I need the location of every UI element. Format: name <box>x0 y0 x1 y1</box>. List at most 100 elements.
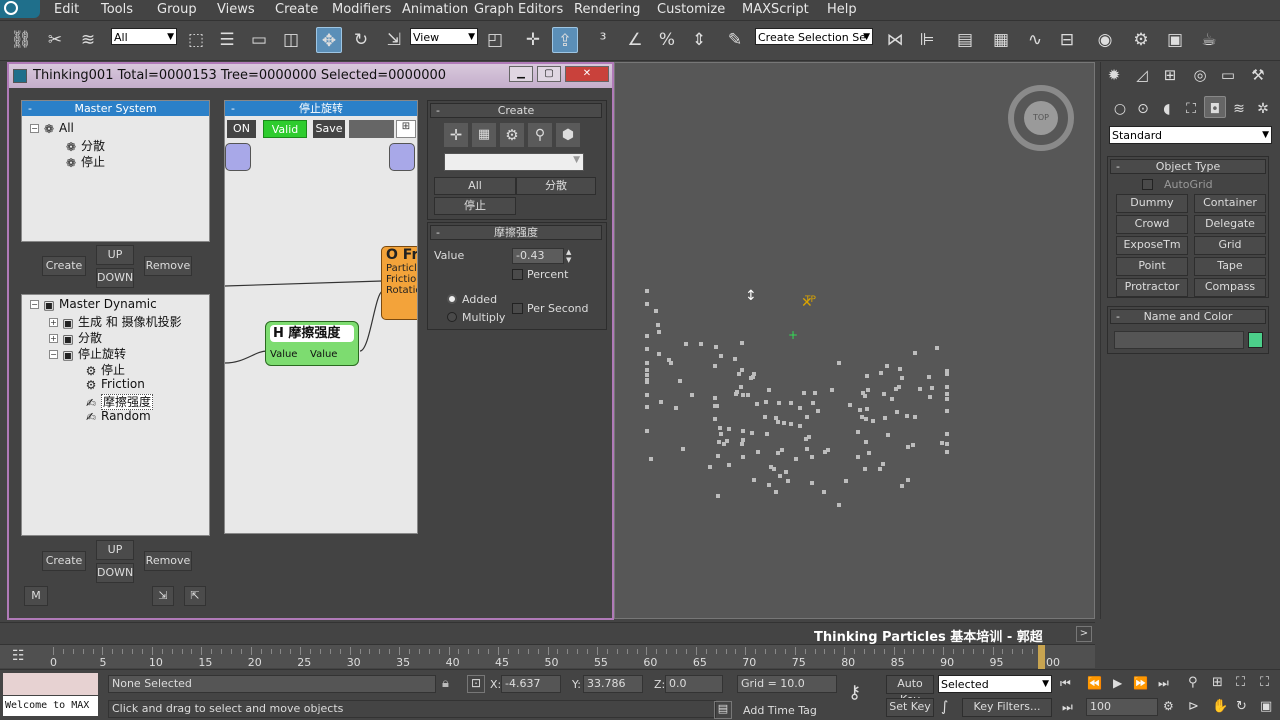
added-radio[interactable] <box>447 294 457 304</box>
menu-create[interactable]: Create <box>275 2 318 17</box>
dummy-button[interactable]: Dummy <box>1116 194 1188 213</box>
node-port[interactable]: Friction <box>382 274 417 285</box>
rotate-icon[interactable]: ↻ <box>348 27 374 53</box>
percent-checkbox[interactable] <box>512 269 523 280</box>
compass-button[interactable]: Compass <box>1194 278 1266 297</box>
curve-editor-mini-icon[interactable]: ☷ <box>12 648 25 664</box>
time-next-icon[interactable]: > <box>1076 626 1092 642</box>
zoom-icon[interactable]: ⚲ <box>1188 675 1198 690</box>
systems-icon[interactable]: ✲ <box>1252 96 1274 118</box>
hierarchy-tab-icon[interactable]: ⊞ <box>1158 62 1182 86</box>
key-mode-icon[interactable]: ⏭ <box>1062 700 1073 715</box>
node-editor-canvas[interactable]: -停止旋转 ON Valid Save ⊞ O Fr Particle Fric… <box>224 100 418 534</box>
display-tab-icon[interactable]: ▭ <box>1216 62 1240 86</box>
pivot-icon[interactable]: ◰ <box>482 27 508 53</box>
tree-item-operator[interactable]: ⚙ 停止 <box>84 361 125 378</box>
master-system-header[interactable]: - Master System <box>22 101 209 116</box>
tape-button[interactable]: Tape <box>1194 257 1266 276</box>
schematic-icon[interactable]: ⊟ <box>1054 27 1080 53</box>
tree-item-dynset[interactable]: + ▣ 分散 <box>49 329 102 346</box>
expand-icon[interactable]: + <box>49 318 58 327</box>
move-icon[interactable]: ✥ <box>316 27 342 53</box>
expand-icon[interactable]: + <box>49 334 58 343</box>
multiply-radio[interactable] <box>447 312 457 322</box>
orbit-icon[interactable]: ↻ <box>1236 699 1247 714</box>
group-up-button[interactable]: UP <box>96 245 134 265</box>
zoom-extents-icon[interactable]: ⛶ <box>1236 675 1245 690</box>
curve-editor-icon[interactable]: ∿ <box>1022 27 1048 53</box>
select-by-name-icon[interactable]: ☰ <box>214 27 240 53</box>
key-tangent-icon[interactable]: ∫ <box>941 699 948 715</box>
tab-stop[interactable]: 停止 <box>434 197 516 215</box>
mirror-icon[interactable]: ⋈ <box>882 27 908 53</box>
dynset-up-button[interactable]: UP <box>96 540 134 560</box>
percent-snap-icon[interactable]: % <box>654 27 680 53</box>
close-button[interactable]: ✕ <box>565 66 609 82</box>
autogrid-checkbox[interactable] <box>1142 179 1153 190</box>
current-frame-input[interactable]: 100 <box>1086 698 1158 716</box>
tab-all[interactable]: All <box>434 177 516 195</box>
keyboard-shortcut-icon[interactable]: ⇪ <box>552 27 578 53</box>
spinner-snap-icon[interactable]: ⇕ <box>686 27 712 53</box>
collapse-icon[interactable]: − <box>49 350 58 359</box>
utilities-tab-icon[interactable]: ⚒ <box>1246 62 1270 86</box>
helpers-icon[interactable]: ◘ <box>1204 96 1226 118</box>
rendered-frame-icon[interactable]: ▣ <box>1162 27 1188 53</box>
delegate-button[interactable]: Delegate <box>1194 215 1266 234</box>
exposetm-button[interactable]: ExposeTm <box>1116 236 1188 255</box>
add-node-icon[interactable]: ✛ <box>444 123 468 147</box>
field-of-view-icon[interactable]: ⊳ <box>1188 699 1199 714</box>
select-manipulate-icon[interactable]: ✛ <box>520 27 546 53</box>
named-selection-select[interactable]: Create Selection Se ▼ <box>755 28 873 45</box>
window-crossing-icon[interactable]: ◫ <box>278 27 304 53</box>
select-object-icon[interactable]: ⬚ <box>183 27 209 53</box>
cube-icon[interactable]: ⬢ <box>556 123 580 147</box>
render-icon[interactable]: ☕ <box>1196 27 1222 53</box>
cameras-icon[interactable]: ⛶ <box>1180 96 1202 118</box>
set-key-button[interactable]: Set Key <box>886 698 934 717</box>
node-port[interactable]: Rotation <box>382 285 417 296</box>
add-operator-icon[interactable]: ▦ <box>472 123 496 147</box>
value-spinner-input[interactable]: -0.43 <box>512 248 564 264</box>
add-time-tag[interactable]: Add Time Tag <box>743 704 817 717</box>
value-spinner-arrows-icon[interactable]: ▲ ▼ <box>566 248 576 264</box>
create-tab-icon[interactable]: ✹ <box>1102 62 1126 86</box>
set-key-mode-icon[interactable]: ⚷ <box>848 682 861 703</box>
group-down-button[interactable]: DOWN <box>96 268 134 288</box>
param-rollout-header[interactable]: - 摩擦强度 <box>430 225 602 240</box>
menu-modifiers[interactable]: Modifiers <box>332 2 391 17</box>
protractor-button[interactable]: Protractor <box>1116 278 1188 297</box>
node-h-input[interactable]: Value <box>270 349 297 360</box>
menu-animation[interactable]: Animation <box>402 2 468 17</box>
name-color-header[interactable]: - Name and Color <box>1110 309 1266 324</box>
friction-operator-node[interactable]: O Fr Particle Friction Rotation <box>381 246 417 320</box>
rect-selection-icon[interactable]: ▭ <box>246 27 272 53</box>
create-group-button[interactable]: Create <box>42 256 86 276</box>
copy-icon[interactable]: ⇲ <box>152 586 174 606</box>
grid-button[interactable]: Grid <box>1194 236 1266 255</box>
menu-graph-editors[interactable]: Graph Editors <box>474 2 563 17</box>
create-rollout-header[interactable]: - Create <box>430 103 602 118</box>
tree-item-group[interactable]: ❁ 分散 <box>64 137 105 154</box>
tab-scatter[interactable]: 分散 <box>516 177 596 195</box>
menu-views[interactable]: Views <box>217 2 255 17</box>
search-tool-icon[interactable]: ⚲ <box>528 123 552 147</box>
collapse-icon[interactable]: − <box>30 300 39 309</box>
menu-group[interactable]: Group <box>157 2 197 17</box>
menu-help[interactable]: Help <box>827 2 857 17</box>
goto-start-icon[interactable]: ⏮ <box>1060 676 1071 691</box>
object-type-header[interactable]: - Object Type <box>1110 159 1266 174</box>
tree-item-dynset[interactable]: − ▣ 停止旋转 <box>49 345 126 362</box>
prev-frame-icon[interactable]: ⏪ <box>1087 676 1102 690</box>
transform-mode-icon[interactable]: ⊡ <box>467 675 485 693</box>
selection-filter-select[interactable]: All ▼ <box>111 28 177 45</box>
time-tag-icon[interactable]: ▤ <box>714 701 732 719</box>
tree-item-operator[interactable]: ⚙ Friction <box>84 377 145 392</box>
paste-icon[interactable]: ⇱ <box>184 586 206 606</box>
tree-item-helper[interactable]: ✍ Random <box>84 409 151 424</box>
ref-coord-select[interactable]: View ▼ <box>410 28 478 45</box>
graphite-icon[interactable]: ▦ <box>988 27 1014 53</box>
object-name-input[interactable] <box>1114 331 1244 349</box>
next-frame-icon[interactable]: ⏩ <box>1133 676 1148 690</box>
menu-edit[interactable]: Edit <box>54 2 79 17</box>
